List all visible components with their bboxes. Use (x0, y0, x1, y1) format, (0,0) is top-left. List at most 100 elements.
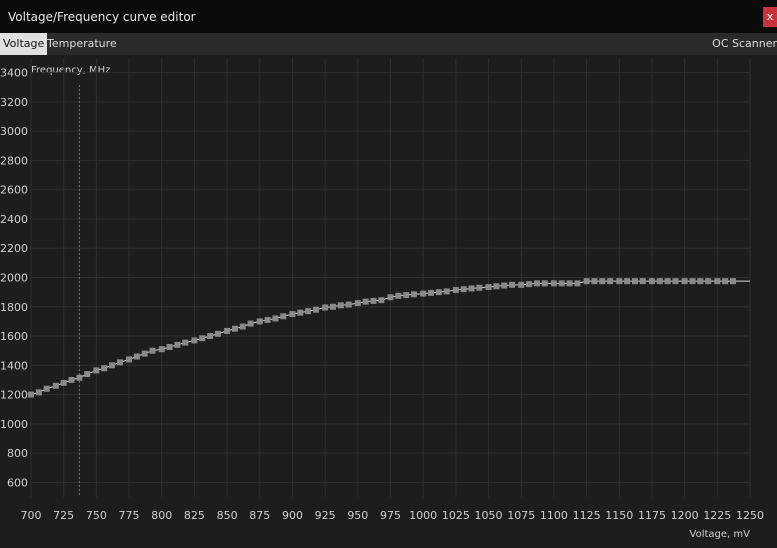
vf-curve-chart[interactable]: Frequency, MHz Voltage, mV 600 800 1000 120… (0, 55, 777, 544)
y-tick-label: 1800 (0, 301, 28, 314)
curve-point[interactable] (362, 298, 369, 305)
curve-point[interactable] (174, 341, 181, 348)
curve-point[interactable] (149, 347, 156, 354)
curve-point[interactable] (420, 290, 427, 297)
curve-point[interactable] (35, 389, 42, 396)
curve-point[interactable] (337, 302, 344, 309)
curve-point[interactable] (452, 286, 459, 293)
curve-point[interactable] (583, 278, 590, 285)
curve-point[interactable] (345, 301, 352, 308)
curve-point[interactable] (631, 278, 638, 285)
curve-point[interactable] (116, 359, 123, 366)
curve-point[interactable] (239, 323, 246, 330)
curve-point[interactable] (52, 382, 59, 389)
curve-point[interactable] (509, 281, 516, 288)
curve-point[interactable] (607, 278, 614, 285)
curve-point[interactable] (566, 280, 573, 287)
curve-point[interactable] (705, 278, 712, 285)
curve-point[interactable] (264, 316, 271, 323)
curve-point[interactable] (656, 278, 663, 285)
curve-point[interactable] (329, 303, 336, 310)
x-tick-label: 1025 (442, 509, 470, 522)
curve-point[interactable] (714, 278, 721, 285)
curve-point[interactable] (435, 289, 442, 296)
curve-point[interactable] (411, 291, 418, 298)
curve-point[interactable] (387, 294, 394, 301)
window-title: Voltage/Frequency curve editor (8, 10, 196, 24)
curve-point[interactable] (207, 333, 214, 340)
curve-point[interactable] (648, 278, 655, 285)
x-tick-label: 775 (119, 509, 140, 522)
curve-point[interactable] (624, 278, 631, 285)
curve-point[interactable] (280, 313, 287, 320)
curve-point[interactable] (182, 339, 189, 346)
curve-point[interactable] (231, 325, 238, 332)
curve-point[interactable] (558, 280, 565, 287)
curve-point[interactable] (28, 391, 34, 398)
curve-point[interactable] (158, 346, 165, 353)
oc-scanner-button[interactable]: OC Scanner (709, 33, 777, 55)
curve-point[interactable] (697, 278, 704, 285)
curve-point[interactable] (289, 311, 296, 318)
curve-point[interactable] (93, 367, 100, 374)
curve-point[interactable] (664, 278, 671, 285)
curve-point[interactable] (550, 280, 557, 287)
curve-point[interactable] (297, 309, 304, 316)
curve-series[interactable] (28, 278, 750, 398)
curve-point[interactable] (476, 284, 483, 291)
curve-point[interactable] (591, 278, 598, 285)
curve-point[interactable] (493, 283, 500, 290)
curve-point[interactable] (395, 292, 402, 299)
curve-point[interactable] (460, 286, 467, 293)
curve-point[interactable] (533, 280, 540, 287)
curve-point[interactable] (126, 356, 133, 363)
curve-point[interactable] (322, 304, 329, 311)
curve-point[interactable] (272, 315, 279, 322)
curve-point[interactable] (526, 281, 533, 288)
curve-point[interactable] (76, 374, 83, 381)
curve-point[interactable] (312, 306, 319, 313)
curve-point[interactable] (485, 284, 492, 291)
curve-point[interactable] (378, 297, 385, 304)
curve-point[interactable] (247, 320, 254, 327)
curve-point[interactable] (224, 327, 231, 334)
curve-point[interactable] (722, 278, 729, 285)
curve-point[interactable] (191, 337, 198, 344)
tab-voltage[interactable]: Voltage (0, 33, 48, 55)
curve-point[interactable] (574, 280, 581, 287)
curve-point[interactable] (305, 308, 312, 315)
curve-point[interactable] (43, 385, 50, 392)
curve-chart-svg[interactable]: Frequency, MHz Voltage, mV 600 800 1000 120… (0, 55, 777, 544)
curve-point[interactable] (84, 371, 91, 378)
curve-point[interactable] (256, 318, 263, 325)
curve-point[interactable] (354, 300, 361, 307)
curve-point[interactable] (166, 344, 173, 351)
curve-point[interactable] (214, 330, 221, 337)
curve-point[interactable] (68, 376, 75, 383)
x-tick-label: 750 (86, 509, 107, 522)
curve-point[interactable] (616, 278, 623, 285)
curve-point[interactable] (101, 365, 108, 372)
curve-point[interactable] (199, 335, 206, 342)
curve-point[interactable] (689, 278, 696, 285)
curve-point[interactable] (501, 282, 508, 289)
curve-point[interactable] (443, 288, 450, 295)
curve-point[interactable] (141, 350, 148, 357)
y-tick-label: 1000 (0, 418, 28, 431)
curve-point[interactable] (468, 285, 475, 292)
curve-point[interactable] (133, 353, 140, 360)
close-button[interactable]: x (763, 7, 777, 27)
curve-point[interactable] (60, 379, 67, 386)
curve-point[interactable] (639, 278, 646, 285)
curve-point[interactable] (370, 297, 377, 304)
curve-point[interactable] (681, 278, 688, 285)
tab-temperature[interactable]: Temperature (44, 33, 120, 55)
curve-point[interactable] (403, 292, 410, 299)
curve-point[interactable] (730, 278, 737, 285)
curve-point[interactable] (599, 278, 606, 285)
curve-point[interactable] (109, 362, 116, 369)
curve-point[interactable] (541, 280, 548, 287)
curve-point[interactable] (428, 289, 435, 296)
curve-point[interactable] (518, 281, 525, 288)
curve-point[interactable] (672, 278, 679, 285)
